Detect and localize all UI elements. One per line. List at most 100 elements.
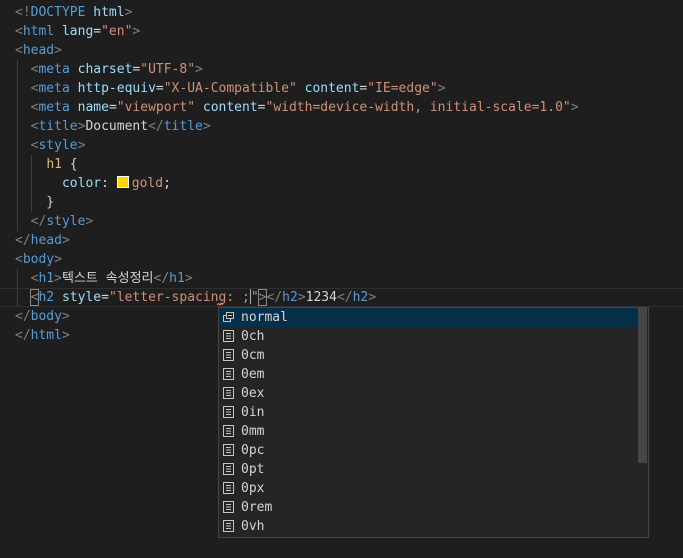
code-token: body <box>22 252 55 267</box>
code-token: charset <box>77 62 133 77</box>
code-line-text: </html> <box>15 326 70 345</box>
code-line-text: <html lang="en"> <box>15 22 140 41</box>
code-line-text: <head> <box>15 41 62 60</box>
unit-icon <box>223 444 234 456</box>
code-token: < <box>15 43 23 58</box>
code-token: > <box>132 24 141 39</box>
code-token: > <box>368 290 377 305</box>
unit-icon <box>223 349 234 361</box>
code-token: body <box>30 309 62 324</box>
code-line[interactable]: <!DOCTYPE html> <box>0 3 683 22</box>
code-token: > <box>202 119 211 134</box>
suggestion-label: 0cm <box>241 348 265 363</box>
suggestion-label: 0pt <box>241 462 265 477</box>
code-token: > <box>195 62 203 77</box>
code-line-text: </head> <box>15 231 70 250</box>
code-line[interactable]: <h1>텍스트 속성정리</h1> <box>0 269 683 288</box>
code-token: style <box>46 214 86 229</box>
code-line[interactable]: <h2 style="letter-spacing: ;"></h2>1234<… <box>0 288 683 307</box>
code-token: </ <box>30 214 47 229</box>
suggestion-item[interactable]: 0mm <box>219 422 639 441</box>
code-token: html <box>22 24 55 39</box>
code-token: h1 <box>169 271 185 286</box>
code-token: meta <box>38 100 70 115</box>
code-line[interactable]: <meta name="viewport" content="width=dev… <box>0 98 683 117</box>
code-line[interactable]: <style> <box>0 136 683 155</box>
code-token: color <box>61 176 102 191</box>
code-token: style <box>38 138 78 153</box>
code-line-text: <style> <box>15 136 86 155</box>
suggestion-item[interactable]: 0em <box>219 365 639 384</box>
suggestion-item[interactable]: 0in <box>219 403 639 422</box>
code-line[interactable]: <body> <box>0 250 683 269</box>
code-token: "en" <box>101 24 133 39</box>
code-line[interactable]: <meta http-equiv="X-UA-Compatible" conte… <box>0 79 683 98</box>
code-line-text: color: gold; <box>15 174 171 193</box>
code-line[interactable]: h1 { <box>0 155 683 174</box>
suggestion-label: 0pc <box>241 443 265 458</box>
unit-icon <box>223 501 234 513</box>
suggestion-item[interactable]: 0rem <box>219 498 639 517</box>
code-token: { <box>61 157 78 172</box>
suggestion-item[interactable]: 0ch <box>219 327 639 346</box>
suggestion-item[interactable]: 0cm <box>219 346 639 365</box>
code-line[interactable]: </head> <box>0 231 683 250</box>
code-line-text: h1 { <box>15 155 78 174</box>
code-line[interactable]: <meta charset="UTF-8"> <box>0 60 683 79</box>
code-line[interactable]: color: gold; <box>0 174 683 193</box>
suggestion-item[interactable]: 0ex <box>219 384 639 403</box>
suggestion-item[interactable]: 0vh <box>219 517 639 536</box>
suggestion-scrollbar-thumb[interactable] <box>638 308 647 463</box>
code-line-text: <meta charset="UTF-8"> <box>15 60 203 79</box>
code-token: http-equiv <box>77 81 156 96</box>
code-token: "UTF-8" <box>140 62 196 77</box>
suggestion-item[interactable]: 0px <box>219 479 639 498</box>
code-token: </ <box>153 271 170 286</box>
code-line-text: </style> <box>15 212 94 231</box>
suggestion-widget[interactable]: normal 0ch 0cm 0em 0ex 0in 0mm 0pc 0pt 0px 0rem 0vh <box>218 307 649 538</box>
code-line[interactable]: <html lang="en"> <box>0 22 683 41</box>
code-line-text: } <box>15 193 54 212</box>
code-token: head <box>30 233 62 248</box>
suggestion-item[interactable]: 0pc <box>219 441 639 460</box>
code-line-text: <h2 style="letter-spacing: ;"></h2>1234<… <box>15 289 376 306</box>
code-line[interactable]: </style> <box>0 212 683 231</box>
code-token: 1234 <box>305 290 337 305</box>
code-token: = <box>155 81 164 96</box>
code-line-text: <meta name="viewport" content="width=dev… <box>15 98 579 117</box>
code-line-text: <title>Document</title> <box>15 117 211 136</box>
code-token: : <box>101 176 117 191</box>
code-token: name <box>77 100 109 115</box>
code-token: } <box>15 195 55 210</box>
keyword-icon <box>223 312 234 322</box>
code-token: = <box>257 100 266 115</box>
code-token: DOCTYPE <box>30 5 86 20</box>
code-line[interactable]: <head> <box>0 41 683 60</box>
code-token: > <box>61 233 70 248</box>
code-token: > <box>297 290 306 305</box>
code-token: h2 <box>282 290 298 305</box>
suggestion-item[interactable]: normal <box>219 308 639 327</box>
code-token: "IE=edge" <box>367 81 438 96</box>
code-token: meta <box>38 62 70 77</box>
suggestion-item[interactable]: 0pt <box>219 460 639 479</box>
code-token: > <box>184 271 193 286</box>
code-token: </ <box>15 233 31 248</box>
code-line[interactable]: <title>Document</title> <box>0 117 683 136</box>
code-token: </ <box>15 328 31 343</box>
code-token: > <box>437 81 446 96</box>
code-token: meta <box>38 81 70 96</box>
unit-icon <box>223 482 234 494</box>
suggestion-label: 0ex <box>241 386 265 401</box>
suggestion-label: 0mm <box>241 424 265 439</box>
code-line[interactable]: } <box>0 193 683 212</box>
code-token: style <box>61 290 102 305</box>
